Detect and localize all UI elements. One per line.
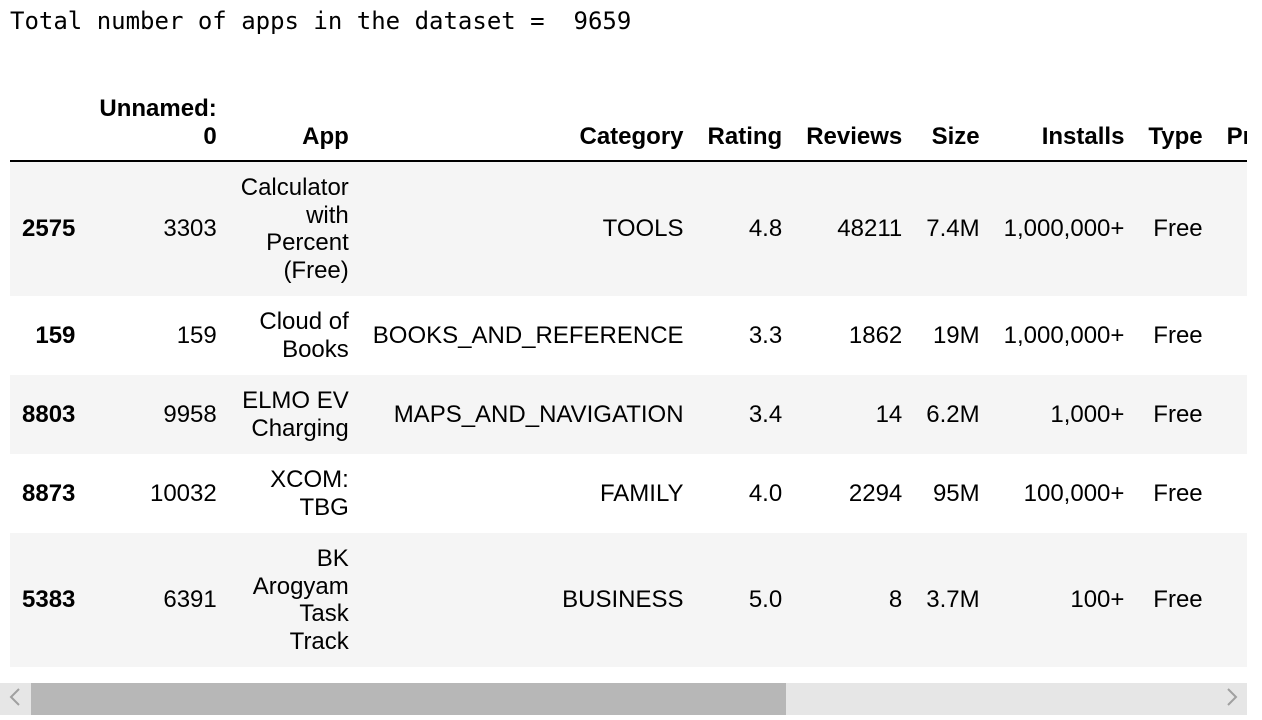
chevron-right-icon — [1226, 687, 1238, 711]
cell-price — [1215, 161, 1247, 296]
cell-size: 19M — [932, 321, 980, 349]
table-row: 8803 9958 ELMO EV Charging MAPS_AND_NAVI… — [10, 375, 1247, 454]
cell-reviews: 48211 — [837, 215, 903, 243]
table-row: 2575 3303 Calculator with Percent (Free)… — [10, 161, 1247, 296]
cell-unnamed: 10032 — [149, 479, 217, 507]
table-row: 5383 6391 BK Arogyam Task Track BUSINESS… — [10, 533, 1247, 667]
header-installs: Installs — [991, 92, 1137, 162]
header-price: Pr — [1214, 92, 1247, 162]
horizontal-scrollbar[interactable] — [0, 683, 1247, 715]
cell-price — [1215, 375, 1247, 454]
cell-app: Calculator with Percent (Free) — [240, 174, 349, 284]
cell-category: BOOKS_AND_REFERENCE — [372, 321, 684, 349]
cell-reviews: 8 — [888, 586, 903, 614]
cell-type: Free — [1153, 215, 1203, 243]
cell-rating: 4.8 — [748, 215, 783, 243]
cell-category: MAPS_AND_NAVIGATION — [393, 400, 684, 428]
cell-size: 95M — [932, 479, 980, 507]
cell-type: Free — [1153, 586, 1203, 614]
header-type: Type — [1136, 92, 1215, 162]
table-body: 2575 3303 Calculator with Percent (Free)… — [10, 161, 1247, 667]
table-header: Unnamed: 0 App Category Rating Reviews S… — [10, 92, 1247, 162]
cell-price — [1215, 533, 1247, 667]
chevron-left-icon — [9, 687, 21, 711]
header-index — [10, 92, 88, 162]
cell-price — [1215, 454, 1247, 533]
cell-rating: 5.0 — [748, 586, 783, 614]
row-index: 2575 — [22, 215, 76, 243]
header-size: Size — [914, 92, 992, 162]
cell-category: TOOLS — [602, 215, 684, 243]
cell-size: 3.7M — [926, 586, 980, 614]
scrollbar-thumb[interactable] — [31, 683, 786, 715]
row-index: 5383 — [22, 586, 76, 614]
dataframe-table: Unnamed: 0 App Category Rating Reviews S… — [10, 92, 1247, 667]
row-index: 159 — [35, 321, 76, 349]
row-index: 8803 — [22, 400, 76, 428]
header-app: App — [228, 92, 361, 162]
cell-installs: 1,000,000+ — [1003, 215, 1125, 243]
cell-app: BK Arogyam Task Track — [252, 545, 349, 655]
row-index: 8873 — [22, 479, 76, 507]
cell-reviews: 1862 — [848, 321, 903, 349]
table-row: 8873 10032 XCOM: TBG FAMILY 4.0 2294 95M… — [10, 454, 1247, 533]
cell-app: Cloud of Books — [259, 308, 349, 363]
cell-type: Free — [1153, 400, 1203, 428]
cell-app: ELMO EV Charging — [242, 387, 349, 442]
cell-size: 7.4M — [926, 215, 980, 243]
cell-rating: 4.0 — [748, 479, 783, 507]
cell-rating: 3.4 — [748, 400, 783, 428]
cell-reviews: 14 — [875, 400, 903, 428]
cell-category: FAMILY — [599, 479, 684, 507]
cell-price — [1215, 296, 1247, 375]
cell-type: Free — [1153, 321, 1203, 349]
cell-rating: 3.3 — [748, 321, 783, 349]
cell-installs: 100+ — [1070, 586, 1125, 614]
header-unnamed: Unnamed: 0 — [87, 92, 229, 162]
cell-type: Free — [1153, 479, 1203, 507]
cell-size: 6.2M — [926, 400, 980, 428]
cell-reviews: 2294 — [848, 479, 903, 507]
scroll-right-button[interactable] — [1217, 683, 1247, 715]
cell-unnamed: 159 — [176, 321, 217, 349]
header-rating: Rating — [695, 92, 795, 162]
cell-app: XCOM: TBG — [270, 466, 349, 521]
cell-category: BUSINESS — [562, 586, 684, 614]
scroll-left-button[interactable] — [0, 683, 30, 715]
cell-unnamed: 9958 — [163, 400, 217, 428]
header-row: Unnamed: 0 App Category Rating Reviews S… — [10, 92, 1247, 162]
dataframe-viewport[interactable]: Unnamed: 0 App Category Rating Reviews S… — [10, 92, 1247, 672]
cell-installs: 1,000,000+ — [1003, 321, 1125, 349]
cell-unnamed: 3303 — [163, 215, 217, 243]
cell-installs: 1,000+ — [1050, 400, 1125, 428]
header-reviews: Reviews — [794, 92, 915, 162]
header-category: Category — [360, 92, 696, 162]
cell-installs: 100,000+ — [1023, 479, 1125, 507]
cell-unnamed: 6391 — [163, 586, 217, 614]
output-text: Total number of apps in the dataset = 96… — [10, 7, 632, 35]
table-row: 159 159 Cloud of Books BOOKS_AND_REFEREN… — [10, 296, 1247, 375]
